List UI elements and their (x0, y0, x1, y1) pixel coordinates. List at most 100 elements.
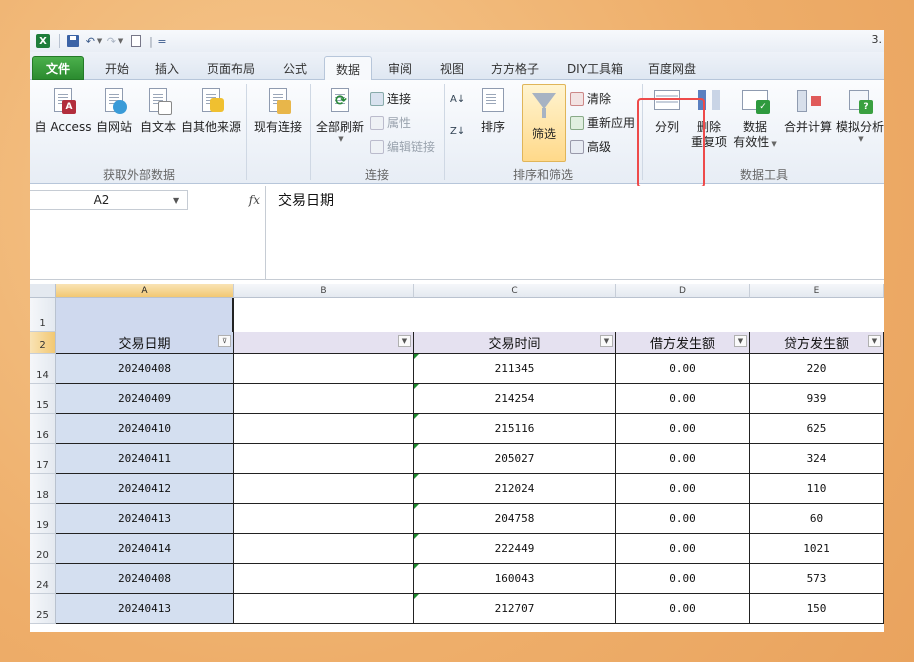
header-cell-b[interactable]: ▼ (234, 332, 414, 354)
save-icon[interactable] (64, 33, 82, 49)
table-cell[interactable] (234, 504, 414, 534)
consolidate-button[interactable]: 合并计算 (782, 86, 834, 135)
filter-dropdown-icon[interactable]: ▼ (734, 335, 747, 347)
tab-insert[interactable]: 插入 (144, 56, 190, 80)
table-cell[interactable] (234, 534, 414, 564)
cell-a1[interactable] (56, 298, 234, 332)
name-box[interactable]: A2 ▼ (30, 190, 188, 210)
edit-links-button[interactable]: 编辑链接 (370, 138, 435, 155)
customize-qat-button[interactable]: = (157, 33, 167, 49)
header-cell-time[interactable]: 交易时间 ▼ (414, 332, 616, 354)
table-cell[interactable]: 205027 (414, 444, 616, 474)
table-cell[interactable]: 211345 (414, 354, 616, 384)
tab-formulas[interactable]: 公式 (274, 56, 316, 80)
excel-logo-icon[interactable]: X (34, 33, 52, 49)
table-cell[interactable]: 212707 (414, 594, 616, 624)
existing-connections-button[interactable]: 现有连接 (250, 86, 306, 135)
row-header[interactable]: 16 (30, 414, 56, 444)
header-cell-date[interactable]: 交易日期 ⊽ (56, 332, 234, 354)
table-cell[interactable]: 0.00 (616, 474, 750, 504)
advanced-filter-button[interactable]: 高级 (570, 138, 611, 155)
table-cell[interactable]: 150 (750, 594, 884, 624)
table-cell[interactable]: 20240408 (56, 564, 234, 594)
table-cell[interactable]: 324 (750, 444, 884, 474)
table-cell[interactable]: 625 (750, 414, 884, 444)
from-access-button[interactable]: A 自 Access (34, 86, 92, 135)
table-cell[interactable]: 20240410 (56, 414, 234, 444)
table-cell[interactable]: 0.00 (616, 384, 750, 414)
row-header[interactable]: 1 (30, 298, 56, 332)
table-cell[interactable]: 212024 (414, 474, 616, 504)
row-header[interactable]: 24 (30, 564, 56, 594)
tab-baidu-netdisk[interactable]: 百度网盘 (644, 56, 700, 80)
table-cell[interactable] (234, 384, 414, 414)
table-cell[interactable]: 0.00 (616, 564, 750, 594)
tab-data[interactable]: 数据 (324, 56, 372, 81)
row-header[interactable]: 17 (30, 444, 56, 474)
connections-button[interactable]: 连接 (370, 90, 411, 107)
table-cell[interactable]: 204758 (414, 504, 616, 534)
row-header[interactable]: 20 (30, 534, 56, 564)
table-cell[interactable]: 20240409 (56, 384, 234, 414)
table-cell[interactable]: 110 (750, 474, 884, 504)
from-text-button[interactable]: 自文本 (136, 86, 180, 135)
tab-fangfang[interactable]: 方方格子 (484, 56, 546, 80)
what-if-analysis-button[interactable]: ? 模拟分析 ▼ (834, 86, 884, 143)
data-validation-button[interactable]: ✓ 数据 有效性 ▼ (732, 86, 778, 152)
table-cell[interactable]: 20240413 (56, 504, 234, 534)
table-cell[interactable]: 222449 (414, 534, 616, 564)
column-header-c[interactable]: C (414, 284, 616, 298)
header-cell-credit[interactable]: 贷方发生额 ▼ (750, 332, 884, 354)
table-cell[interactable]: 0.00 (616, 594, 750, 624)
from-web-button[interactable]: 自网站 (92, 86, 136, 135)
table-cell[interactable] (234, 564, 414, 594)
tab-diy-toolbox[interactable]: DIY工具箱 (560, 56, 630, 80)
table-cell[interactable]: 20240408 (56, 354, 234, 384)
table-cell[interactable]: 20240412 (56, 474, 234, 504)
row-header[interactable]: 14 (30, 354, 56, 384)
reapply-filter-button[interactable]: 重新应用 (570, 114, 635, 131)
filter-button[interactable]: 筛选 (522, 84, 566, 162)
sort-ascending-button[interactable]: A↓ (450, 94, 465, 105)
column-header-e[interactable]: E (750, 284, 884, 298)
table-cell[interactable]: 0.00 (616, 444, 750, 474)
filter-dropdown-icon[interactable]: ▼ (868, 335, 881, 347)
new-document-icon[interactable] (127, 33, 145, 49)
undo-icon[interactable]: ↶ ▼ (85, 33, 103, 49)
table-cell[interactable]: 220 (750, 354, 884, 384)
table-cell[interactable]: 214254 (414, 384, 616, 414)
table-cell[interactable]: 1021 (750, 534, 884, 564)
column-header-b[interactable]: B (234, 284, 414, 298)
table-cell[interactable]: 0.00 (616, 534, 750, 564)
fx-icon[interactable]: fx (249, 193, 260, 207)
table-cell[interactable]: 573 (750, 564, 884, 594)
table-cell[interactable]: 60 (750, 504, 884, 534)
sort-descending-button[interactable]: Z↓ (450, 126, 465, 137)
filter-active-icon[interactable]: ⊽ (218, 335, 231, 347)
table-cell[interactable]: 20240413 (56, 594, 234, 624)
filter-dropdown-icon[interactable]: ▼ (600, 335, 613, 347)
table-cell[interactable] (234, 594, 414, 624)
row-header[interactable]: 25 (30, 594, 56, 624)
select-all-corner[interactable] (30, 284, 56, 298)
table-cell[interactable]: 20240411 (56, 444, 234, 474)
column-header-a[interactable]: A (56, 284, 234, 298)
row-header[interactable]: 18 (30, 474, 56, 504)
tab-view[interactable]: 视图 (430, 56, 474, 80)
table-cell[interactable]: 0.00 (616, 504, 750, 534)
properties-button[interactable]: 属性 (370, 114, 411, 131)
sort-button[interactable]: 排序 (476, 86, 510, 135)
tab-file[interactable]: 文件 (32, 56, 84, 80)
redo-icon[interactable]: ↷ ▼ (106, 33, 124, 49)
chevron-down-icon[interactable]: ▼ (173, 196, 187, 205)
row-header[interactable]: 15 (30, 384, 56, 414)
table-cell[interactable] (234, 414, 414, 444)
table-cell[interactable]: 0.00 (616, 354, 750, 384)
from-other-sources-button[interactable]: 自其他来源 (180, 86, 242, 135)
formula-input[interactable]: 交易日期 (278, 190, 334, 210)
tab-home[interactable]: 开始 (92, 56, 142, 80)
table-cell[interactable] (234, 444, 414, 474)
table-cell[interactable] (234, 474, 414, 504)
table-cell[interactable]: 939 (750, 384, 884, 414)
table-cell[interactable] (234, 354, 414, 384)
